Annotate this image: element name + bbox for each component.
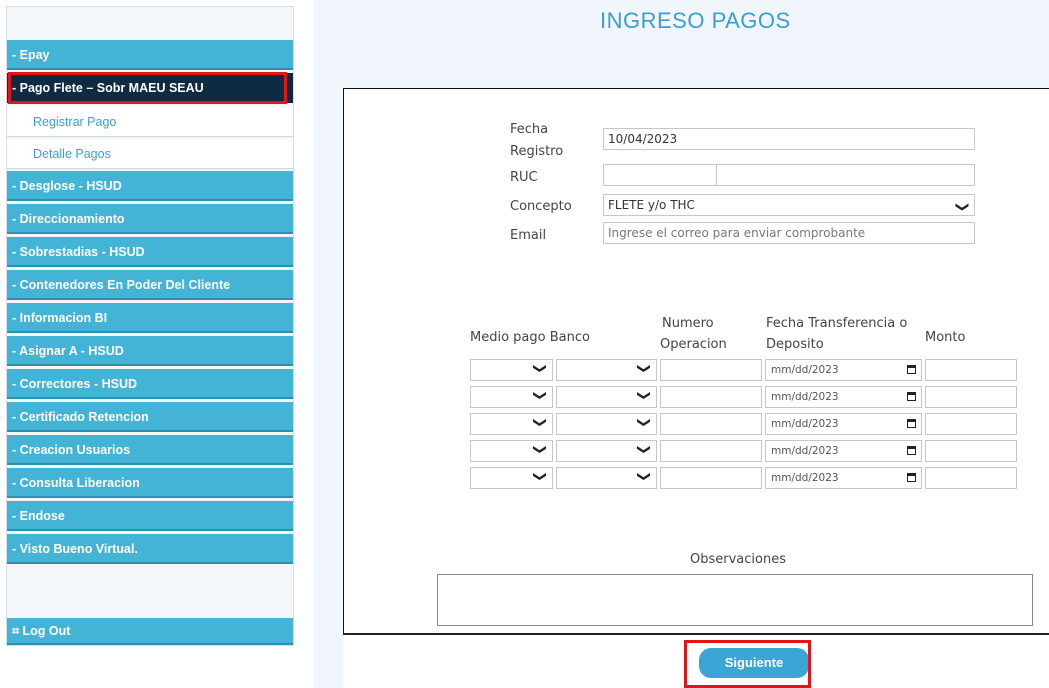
footer-bar (343, 633, 1049, 688)
sidebar: - Epay - Pago Flete – Sobr MAEU SEAU Reg… (6, 6, 294, 646)
medio-pago-select[interactable]: ❯ (470, 467, 553, 489)
banco-select[interactable]: ❯ (556, 413, 657, 435)
date-placeholder: mm/dd/2023 (771, 472, 839, 484)
sidebar-item-sobrestadias[interactable]: - Sobrestadias - HSUD (7, 237, 293, 267)
chevron-down-icon: ❯ (532, 417, 548, 428)
sidebar-item-pago-flete[interactable]: - Pago Flete – Sobr MAEU SEAU (7, 73, 293, 103)
header-fecha-2: Deposito (766, 337, 824, 352)
email-field[interactable]: Ingrese el correo para enviar comprobant… (603, 222, 975, 244)
calendar-icon[interactable] (907, 446, 916, 455)
app-root: INGRESO PAGOS - Epay - Pago Flete – Sobr… (0, 0, 1049, 688)
observaciones-label: Observaciones (690, 552, 786, 567)
numero-operacion-input[interactable] (660, 413, 762, 435)
fecha-deposito-input[interactable]: mm/dd/2023 (765, 359, 922, 381)
chevron-down-icon: ❯ (532, 471, 548, 482)
calendar-icon[interactable] (907, 365, 916, 374)
concepto-value: FLETE y/o THC (608, 198, 695, 212)
page-title: INGRESO PAGOS (600, 8, 791, 33)
sidebar-logout[interactable]: ⌗ Log Out (7, 618, 293, 645)
sidebar-item-informacion-bi[interactable]: - Informacion BI (7, 303, 293, 333)
sidebar-item-desglose[interactable]: - Desglose - HSUD (7, 171, 293, 201)
concepto-label: Concepto (510, 199, 572, 214)
fecha-deposito-input[interactable]: mm/dd/2023 (765, 440, 922, 462)
calendar-icon[interactable] (907, 392, 916, 401)
ruc-field-2[interactable] (716, 164, 975, 186)
calendar-icon[interactable] (907, 473, 916, 482)
numero-operacion-input[interactable] (660, 467, 762, 489)
sidebar-item-epay[interactable]: - Epay (7, 40, 293, 70)
medio-pago-select[interactable]: ❯ (470, 413, 553, 435)
date-placeholder: mm/dd/2023 (771, 418, 839, 430)
sidebar-item-visto-bueno[interactable]: - Visto Bueno Virtual. (7, 534, 293, 564)
sidebar-item-consulta-liberacion[interactable]: - Consulta Liberacion (7, 468, 293, 498)
header-fecha-1: Fecha Transferencia o (766, 316, 908, 331)
sidebar-subitem-detalle-pagos[interactable]: Detalle Pagos (7, 139, 293, 169)
chevron-down-icon: ❯ (636, 363, 652, 374)
monto-input[interactable] (925, 440, 1017, 462)
sidebar-item-direccionamiento[interactable]: - Direccionamiento (7, 204, 293, 234)
medio-pago-select[interactable]: ❯ (470, 359, 553, 381)
header-numero-2: Operacion (660, 337, 727, 352)
sidebar-item-creacion-usuarios[interactable]: - Creacion Usuarios (7, 435, 293, 465)
medio-pago-select[interactable]: ❯ (470, 440, 553, 462)
chevron-down-icon: ❯ (636, 390, 652, 401)
chevron-down-icon: ❯ (636, 417, 652, 428)
sidebar-item-certificado-retencion[interactable]: - Certificado Retencion (7, 402, 293, 432)
sidebar-item-correctores[interactable]: - Correctores - HSUD (7, 369, 293, 399)
ruc-field-1[interactable] (603, 164, 717, 186)
siguiente-button[interactable]: Siguiente (699, 648, 809, 678)
ruc-label: RUC (510, 170, 538, 185)
date-placeholder: mm/dd/2023 (771, 445, 839, 457)
chevron-down-icon: ❯ (954, 201, 970, 213)
date-placeholder: mm/dd/2023 (771, 391, 839, 403)
monto-input[interactable] (925, 359, 1017, 381)
banco-select[interactable]: ❯ (556, 359, 657, 381)
date-placeholder: mm/dd/2023 (771, 364, 839, 376)
sidebar-item-asignar[interactable]: - Asignar A - HSUD (7, 336, 293, 366)
monto-input[interactable] (925, 467, 1017, 489)
fecha-deposito-input[interactable]: mm/dd/2023 (765, 467, 922, 489)
fecha-registro-label-1: Fecha (510, 122, 549, 137)
monto-input[interactable] (925, 386, 1017, 408)
chevron-down-icon: ❯ (532, 444, 548, 455)
fecha-deposito-input[interactable]: mm/dd/2023 (765, 386, 922, 408)
fecha-deposito-input[interactable]: mm/dd/2023 (765, 413, 922, 435)
numero-operacion-input[interactable] (660, 386, 762, 408)
observaciones-textarea[interactable] (437, 574, 1033, 626)
sidebar-item-contenedores[interactable]: - Contenedores En Poder Del Cliente (7, 270, 293, 300)
header-medio-banco: Medio pago Banco (470, 330, 590, 345)
chevron-down-icon: ❯ (532, 363, 548, 374)
header-numero-1: Numero (662, 316, 714, 331)
sidebar-item-endose[interactable]: - Endose (7, 501, 293, 531)
sidebar-subitem-registrar-pago[interactable]: Registrar Pago (7, 107, 293, 137)
header-monto: Monto (925, 330, 966, 345)
fecha-registro-field[interactable]: 10/04/2023 (603, 128, 975, 150)
numero-operacion-input[interactable] (660, 359, 762, 381)
banco-select[interactable]: ❯ (556, 467, 657, 489)
banco-select[interactable]: ❯ (556, 386, 657, 408)
chevron-down-icon: ❯ (636, 471, 652, 482)
calendar-icon[interactable] (907, 419, 916, 428)
banco-select[interactable]: ❯ (556, 440, 657, 462)
monto-input[interactable] (925, 413, 1017, 435)
fecha-registro-label-2: Registro (510, 144, 564, 159)
concepto-select[interactable]: FLETE y/o THC ❯ (603, 194, 975, 216)
numero-operacion-input[interactable] (660, 440, 762, 462)
medio-pago-select[interactable]: ❯ (470, 386, 553, 408)
email-label: Email (510, 228, 547, 243)
chevron-down-icon: ❯ (532, 390, 548, 401)
chevron-down-icon: ❯ (636, 444, 652, 455)
